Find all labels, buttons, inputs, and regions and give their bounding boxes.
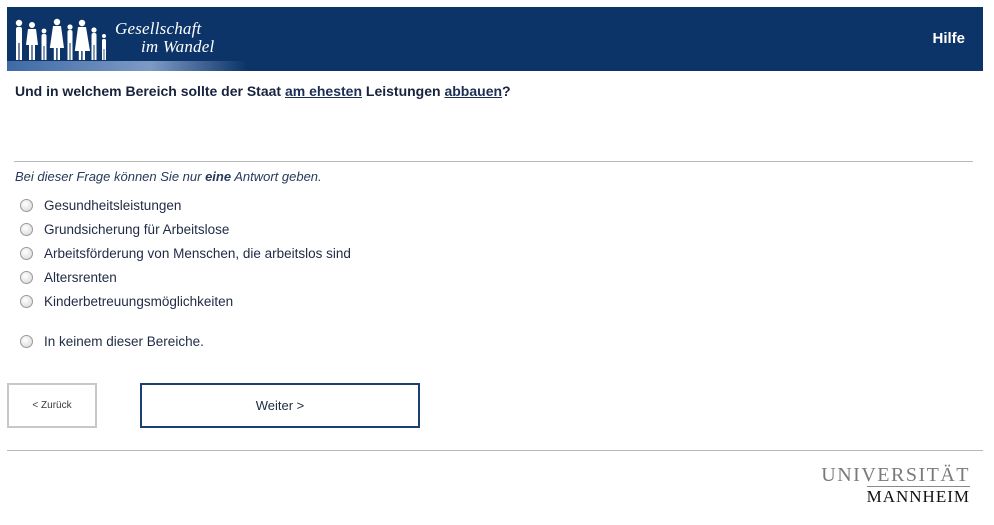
answer-option-1[interactable]: Gesundheitsleistungen: [20, 196, 181, 214]
option-label[interactable]: Arbeitsförderung von Menschen, die arbei…: [44, 246, 351, 261]
radio-button[interactable]: [20, 270, 33, 284]
answer-option-3[interactable]: Arbeitsförderung von Menschen, die arbei…: [20, 244, 351, 262]
university-logo-line-2: MANNHEIM: [866, 486, 970, 506]
header-bar: Gesellschaft im Wandel Hilfe: [7, 7, 983, 71]
logo-wordmark: Gesellschaft im Wandel: [115, 20, 214, 56]
answer-option-none[interactable]: In keinem dieser Bereiche.: [20, 332, 204, 350]
answer-option-5[interactable]: Kinderbetreuungsmöglichkeiten: [20, 292, 233, 310]
answer-option-4[interactable]: Altersrenten: [20, 268, 117, 286]
question-part-2: Leistungen: [362, 83, 445, 99]
next-button[interactable]: Weiter >: [140, 383, 420, 428]
hint-emphasis: eine: [205, 169, 232, 184]
question-text: Und in welchem Bereich sollte der Staat …: [15, 83, 511, 99]
divider-top: [14, 161, 973, 162]
question-emphasis-1: am ehesten: [284, 83, 363, 99]
option-label[interactable]: Gesundheitsleistungen: [44, 198, 181, 213]
help-link[interactable]: Hilfe: [932, 30, 965, 47]
radio-button[interactable]: [20, 334, 33, 348]
option-label[interactable]: In keinem dieser Bereiche.: [44, 334, 204, 349]
logo-gradient-strip: [7, 61, 247, 71]
answer-option-2[interactable]: Grundsicherung für Arbeitslose: [20, 220, 229, 238]
question-part-1: Und in welchem Bereich sollte der Staat: [15, 83, 285, 99]
hint-before: Bei dieser Frage können Sie nur: [15, 169, 206, 184]
back-button[interactable]: < Zurück: [7, 383, 97, 428]
radio-button[interactable]: [20, 294, 33, 308]
logo-line-2: im Wandel: [141, 37, 215, 56]
option-label[interactable]: Altersrenten: [44, 270, 117, 285]
radio-button[interactable]: [20, 222, 33, 236]
university-logo: UNIVERSITÄT MANNHEIM: [787, 464, 970, 506]
logo-line-1: Gesellschaft: [115, 19, 202, 38]
university-logo-line-1: UNIVERSITÄT: [821, 464, 970, 486]
radio-button[interactable]: [20, 198, 33, 212]
radio-button[interactable]: [20, 246, 33, 260]
option-label[interactable]: Grundsicherung für Arbeitslose: [44, 222, 229, 237]
option-label[interactable]: Kinderbetreuungsmöglichkeiten: [44, 294, 233, 309]
people-silhouette-logo-icon: [15, 18, 106, 60]
question-part-3: ?: [502, 83, 511, 99]
divider-bottom: [7, 450, 983, 451]
instruction-hint: Bei dieser Frage können Sie nur eine Ant…: [15, 169, 322, 184]
question-emphasis-2: abbauen: [444, 83, 503, 99]
hint-after: Antwort geben.: [231, 169, 322, 184]
